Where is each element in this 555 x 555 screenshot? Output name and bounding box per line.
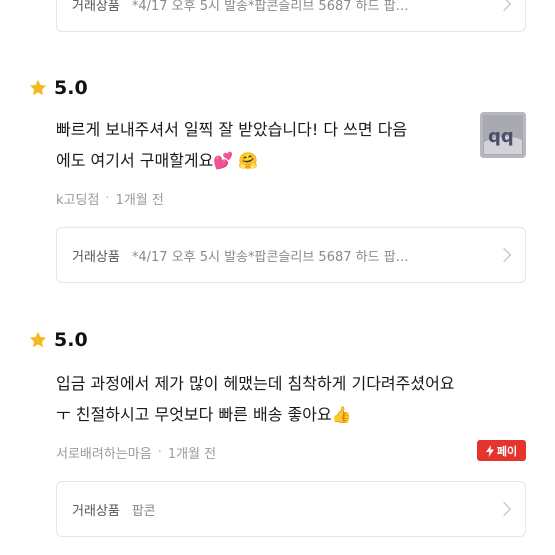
traded-product-label: 거래상품 — [72, 249, 120, 265]
review-list: 거래상품 *4/17 오후 5시 발송*팝콘슬리브 5687 하드 팝… 5.0… — [0, 0, 555, 555]
review-text: 빠르게 보내주셔서 일찍 잘 받았습니다! 다 쓰면 다음 에도 여기서 구매할… — [56, 114, 407, 176]
review-text-line: 빠르게 보내주셔서 일찍 잘 받았습니다! 다 쓰면 다음 — [56, 120, 408, 139]
chevron-right-icon — [496, 501, 512, 517]
traded-product-name: 팝콘 — [131, 503, 156, 519]
lightning-icon — [485, 444, 497, 457]
review-time: 1개월 전 — [115, 193, 164, 208]
review-text-segment: 에도 여기서 구매할게요 — [56, 151, 214, 170]
review-text-line: 에도 여기서 구매할게요💕 🤗 — [56, 145, 407, 176]
traded-product-name: *4/17 오후 5시 발송*팝콘슬리브 5687 하드 팝… — [131, 0, 409, 14]
rating-score: 5.0 — [54, 77, 88, 99]
review-time: 1개월 전 — [167, 447, 217, 462]
star-icon — [28, 330, 48, 350]
reviewer-name[interactable]: 서로배려하는마음 — [56, 443, 152, 462]
traded-product-label: 거래상품 — [72, 0, 120, 14]
hug-emoji-icon: 🤗 — [238, 151, 259, 170]
review-photo-thumbnail[interactable]: qq — [480, 112, 526, 158]
review-text-line: 입금 과정에서 제가 많이 헤맸는데 침착하게 기다려주셨어요 — [56, 374, 455, 393]
traded-product-card[interactable]: 거래상품 팝콘 — [56, 481, 526, 537]
meta-separator: · — [157, 445, 162, 460]
heart-emoji-icon: 💕 — [213, 151, 234, 170]
thumbs-up-emoji-icon: 👍 — [331, 405, 352, 424]
review-text-line: ㅜ 친절하시고 무엇보다 빠른 배송 좋아요👍 — [56, 399, 455, 430]
chevron-right-icon — [496, 0, 512, 12]
traded-product-name: *4/17 오후 5시 발송*팝콘슬리브 5687 하드 팝… — [131, 249, 409, 265]
star-icon — [28, 78, 48, 98]
pay-badge-label: 페이 — [496, 444, 518, 458]
reviewer-name[interactable]: k고딩점 — [56, 189, 99, 208]
traded-product-card[interactable]: 거래상품 *4/17 오후 5시 발송*팝콘슬리브 5687 하드 팝… — [56, 0, 526, 32]
rating-score: 5.0 — [54, 329, 88, 351]
chevron-right-icon — [496, 247, 512, 263]
review-text-segment: ㅜ 친절하시고 무엇보다 빠른 배송 좋아요 — [56, 405, 332, 424]
review-meta: k고딩점 · 1개월 전 — [56, 189, 164, 208]
review-text: 입금 과정에서 제가 많이 헤맸는데 침착하게 기다려주셨어요 ㅜ 친절하시고 … — [56, 368, 455, 430]
review-rating: 5.0 — [28, 326, 88, 354]
review-rating: 5.0 — [28, 74, 88, 102]
traded-product-card[interactable]: 거래상품 *4/17 오후 5시 발송*팝콘슬리브 5687 하드 팝… — [56, 227, 526, 283]
svg-text:qq: qq — [488, 126, 514, 147]
traded-product-label: 거래상품 — [72, 503, 120, 519]
meta-separator: · — [105, 191, 110, 206]
pay-badge: 페이 — [477, 440, 526, 461]
review-meta: 서로배려하는마음 · 1개월 전 — [56, 443, 216, 462]
